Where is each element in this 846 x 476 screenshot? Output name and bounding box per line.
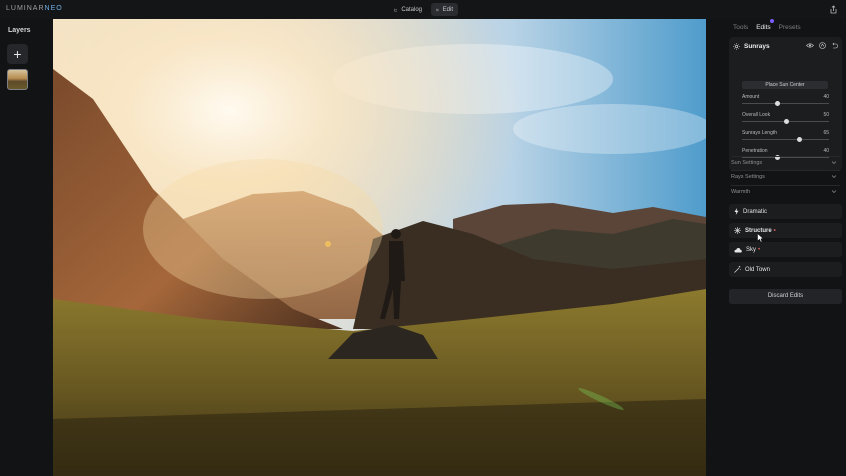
share-icon[interactable] — [829, 5, 838, 14]
reset-icon[interactable] — [831, 42, 838, 49]
structure-modified-marker: • — [773, 227, 776, 234]
sun-icon — [733, 43, 740, 50]
tool-old-town-label: Old Town — [745, 266, 770, 273]
tool-sky[interactable]: Sky • — [729, 242, 842, 257]
logo-accent-text: NEO — [44, 5, 63, 12]
sunrays-length-track[interactable] — [742, 139, 829, 140]
mouse-cursor-icon — [757, 233, 764, 243]
place-sun-center-button[interactable]: Place Sun Center — [742, 81, 828, 89]
discard-edits-button[interactable]: Discard Edits — [729, 289, 842, 304]
cloud-icon — [734, 247, 742, 252]
sunrays-length-knob[interactable] — [796, 137, 802, 142]
sun-settings-section[interactable]: Sun Settings — [731, 156, 840, 169]
landscape-photo — [53, 19, 706, 476]
penetration-value: 40 — [823, 148, 829, 154]
sunrays-header[interactable]: Sunrays — [733, 43, 770, 50]
tab-presets[interactable]: Presets — [779, 24, 801, 31]
warmth-section[interactable]: Warmth — [731, 185, 840, 198]
amount-value: 40 — [823, 94, 829, 100]
tool-structure[interactable]: Structure • — [729, 223, 842, 238]
edit-label: Edit — [442, 6, 453, 13]
tool-dramatic-label: Dramatic — [743, 208, 768, 215]
magic-wand-icon — [734, 266, 741, 273]
penetration-label: Penetration — [742, 148, 768, 154]
sliders-icon — [436, 8, 439, 11]
sunrays-length-slider[interactable]: Sunrays Length 65 — [742, 130, 829, 144]
overall-look-label: Overall Look — [742, 112, 771, 118]
overall-look-value: 50 — [823, 112, 829, 118]
photo-canvas[interactable] — [53, 19, 706, 476]
tab-edits[interactable]: Edits — [756, 24, 770, 31]
amount-label: Amount — [742, 94, 760, 100]
edits-panel: Tools Edits Presets Sunrays Place Sun Ce… — [727, 19, 846, 476]
overall-look-slider[interactable]: Overall Look 50 — [742, 112, 829, 126]
amount-knob[interactable] — [774, 101, 780, 106]
sunrays-length-label: Sunrays Length — [742, 130, 778, 136]
tool-old-town[interactable]: Old Town — [729, 262, 842, 277]
edit-button[interactable]: Edit — [431, 3, 458, 16]
overall-look-knob[interactable] — [783, 119, 789, 124]
sun-settings-label: Sun Settings — [731, 160, 763, 166]
structure-icon — [734, 227, 741, 234]
rays-settings-label: Rays Settings — [731, 174, 765, 180]
rays-settings-section[interactable]: Rays Settings — [731, 170, 840, 183]
panel-tabs: Tools Edits Presets — [733, 24, 801, 31]
layer-thumbnail[interactable] — [7, 69, 28, 90]
plus-icon: + — [13, 46, 22, 62]
mask-icon[interactable] — [819, 42, 826, 49]
tool-dramatic[interactable]: Dramatic — [729, 204, 842, 219]
app-window: LUMINARNEO Catalog Edit Layers + Tools E… — [0, 0, 846, 476]
catalog-button[interactable]: Catalog — [389, 3, 427, 16]
catalog-label: Catalog — [401, 6, 422, 13]
sunrays-header-actions — [806, 42, 838, 49]
folder-icon — [394, 8, 398, 11]
sky-modified-marker: • — [758, 246, 761, 253]
chevron-down-icon — [831, 190, 837, 193]
app-logo: LUMINARNEO — [6, 5, 63, 12]
tab-tools[interactable]: Tools — [733, 24, 748, 31]
sunrays-tool-card: Sunrays Place Sun Center Amount 40 Overa… — [729, 37, 842, 171]
tool-sky-label: Sky — [746, 246, 757, 253]
amount-track[interactable] — [742, 103, 829, 104]
warmth-label: Warmth — [731, 189, 751, 195]
chevron-down-icon — [831, 175, 837, 178]
edits-badge — [770, 19, 774, 23]
bolt-icon — [734, 208, 739, 215]
top-bar: LUMINARNEO Catalog Edit — [0, 0, 846, 19]
sunrays-length-value: 65 — [823, 130, 829, 136]
chevron-down-icon — [831, 161, 837, 164]
logo-main-text: LUMINAR — [6, 5, 45, 12]
layers-title: Layers — [8, 27, 31, 34]
sunrays-title: Sunrays — [744, 43, 770, 50]
add-layer-button[interactable]: + — [7, 44, 28, 64]
eye-icon[interactable] — [806, 42, 814, 49]
amount-slider[interactable]: Amount 40 — [742, 94, 829, 108]
